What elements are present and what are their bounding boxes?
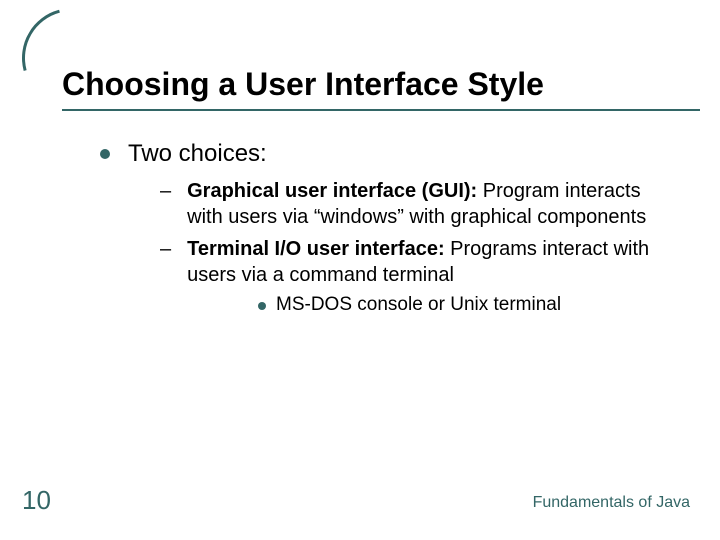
title-container: Choosing a User Interface Style [62, 66, 700, 111]
sub-sub-bullets: MS-DOS console or Unix terminal [258, 294, 680, 316]
bullet-icon [100, 149, 110, 159]
slide-title: Choosing a User Interface Style [62, 66, 700, 103]
content-area: Two choices: – Graphical user interface … [100, 140, 680, 316]
bullet-level2-text: Terminal I/O user interface: Programs in… [187, 236, 680, 288]
bullet-level3-text: MS-DOS console or Unix terminal [276, 294, 561, 316]
bullet-level3: MS-DOS console or Unix terminal [258, 294, 680, 316]
bullet-level2: – Graphical user interface (GUI): Progra… [160, 178, 680, 230]
bullet-level2-text: Graphical user interface (GUI): Program … [187, 178, 680, 230]
sub-bullets: – Graphical user interface (GUI): Progra… [160, 178, 680, 316]
bullet-icon [258, 302, 266, 310]
dash-icon: – [160, 178, 171, 204]
slide-number: 10 [22, 485, 51, 516]
bullet-level1-text: Two choices: [128, 140, 267, 168]
bullet-level2: – Terminal I/O user interface: Programs … [160, 236, 680, 288]
dash-icon: – [160, 236, 171, 262]
footer-text: Fundamentals of Java [533, 494, 690, 512]
bullet-level1: Two choices: [100, 140, 680, 168]
